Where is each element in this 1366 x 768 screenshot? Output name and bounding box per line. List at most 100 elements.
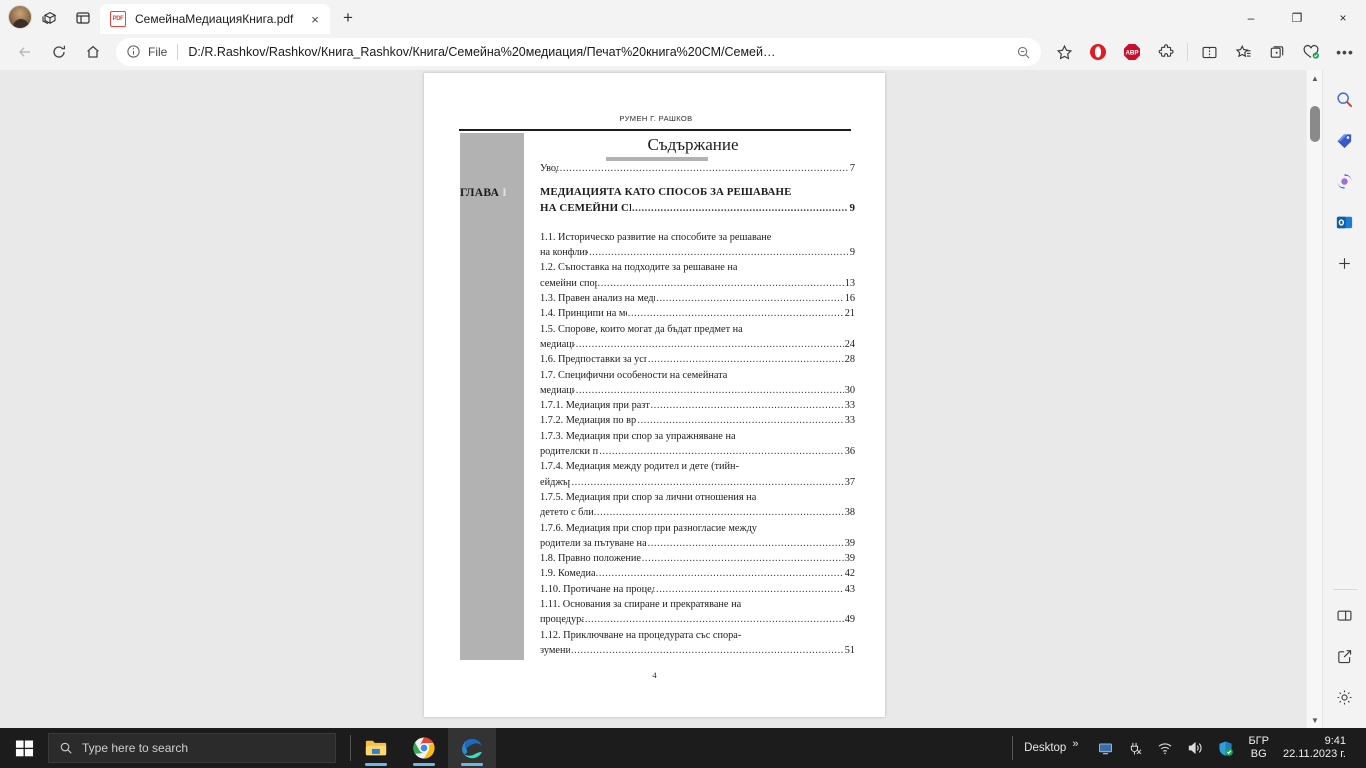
toc-entry-page: 13 [844, 277, 855, 289]
toc-entry[interactable]: МЕДИАЦИЯТА КАТО СПОСОБ ЗА РЕШАВАНЕ НА СЕ… [540, 185, 855, 216]
toc-entry-text: 1.3. Правен анализ на медиацията в Бълга… [540, 293, 655, 305]
tray-overflow-icon[interactable]: » [1072, 738, 1078, 750]
leader-dots: ........................................… [588, 247, 849, 259]
scroll-up-icon[interactable]: ▲ [1307, 70, 1323, 86]
toc-entry[interactable]: 1.4. Принципи на медиацията ............… [540, 306, 855, 321]
extensions-puzzle-icon[interactable] [1151, 38, 1181, 66]
add-rail-icon[interactable] [1330, 248, 1360, 278]
search-icon [60, 742, 72, 754]
notification-center-button[interactable] [1358, 728, 1366, 768]
workspaces-icon[interactable] [32, 2, 66, 34]
browser-essentials-icon[interactable] [1296, 38, 1326, 66]
toc-entry[interactable]: Увод ...................................… [540, 161, 855, 176]
toc-entry-page: 43 [844, 583, 855, 595]
svg-text:ABP: ABP [1125, 50, 1138, 57]
vertical-scrollbar[interactable]: ▲ ▼ [1306, 70, 1322, 728]
tray-network-icon[interactable] [1153, 736, 1177, 760]
zoom-out-icon[interactable] [1011, 45, 1035, 60]
toc-entry[interactable]: 1.6. Предпоставки за успешна медиация ..… [540, 352, 855, 367]
taskbar-file-explorer[interactable] [352, 728, 400, 768]
outlook-rail-icon[interactable] [1330, 207, 1360, 237]
tray-display-icon[interactable] [1093, 736, 1117, 760]
toc-entry[interactable]: 1.7.4. Медиация между родител и дете (ти… [540, 459, 855, 490]
tray-device-icon[interactable] [1123, 736, 1147, 760]
toc-entry[interactable]: 1.8. Правно положение на медиатора .....… [540, 551, 855, 566]
leader-dots: ........................................… [631, 202, 848, 214]
edge-browser-window: PDF СемейнаМедиацияКнига.pdf × + – ❐ × F… [0, 0, 1366, 728]
scroll-down-icon[interactable]: ▼ [1307, 712, 1323, 728]
minimize-button[interactable]: – [1228, 2, 1274, 34]
refresh-icon[interactable] [44, 38, 74, 66]
toc-entry[interactable]: 1.7.1. Медиация при разтрогване на брака… [540, 398, 855, 413]
tray-security-icon[interactable] [1213, 736, 1237, 760]
back-icon[interactable] [10, 38, 40, 66]
leader-dots: ........................................… [571, 476, 843, 488]
tray-volume-icon[interactable] [1183, 736, 1207, 760]
toc-entry-page: 37 [844, 476, 855, 488]
search-rail-icon[interactable] [1330, 84, 1360, 114]
address-bar[interactable]: File D:/R.Rashkov/Rashkov/Книга_Rashkov/… [116, 38, 1041, 66]
toc-entry-page: 38 [844, 507, 855, 519]
toc-entry[interactable]: 1.7.5. Медиация при спор за лични отноше… [540, 490, 855, 521]
maximize-button[interactable]: ❐ [1274, 2, 1320, 34]
language-line2: BG [1250, 748, 1267, 760]
open-in-new-rail-icon[interactable] [1330, 641, 1360, 671]
scrollbar-thumb[interactable] [1310, 106, 1320, 142]
browser-tab[interactable]: PDF СемейнаМедиацияКнига.pdf × [100, 4, 330, 34]
add-favorite-icon[interactable] [1049, 38, 1079, 66]
toc-entry-page: 33 [844, 400, 855, 412]
toc-entry[interactable]: 1.1. Историческо развитие на способите з… [540, 230, 855, 261]
taskbar-microsoft-edge[interactable] [448, 728, 496, 768]
customize-rail-icon[interactable] [1330, 682, 1360, 712]
url-text[interactable]: D:/R.Rashkov/Rashkov/Книга_Rashkov/Книга… [188, 45, 1011, 59]
chapter-label: ГЛАВА I [460, 187, 528, 199]
toc-entry-text-cont: процедурата [540, 614, 584, 626]
clock[interactable]: 9:41 22.11.2023 г. [1283, 735, 1346, 761]
toc-entry[interactable]: 1.10. Протичане на процедурата по медиац… [540, 582, 855, 597]
close-icon[interactable]: × [306, 10, 324, 28]
toc-entry[interactable]: 1.7. Специфични особености на семейната … [540, 368, 855, 399]
leader-dots: ........................................… [656, 583, 844, 595]
tab-actions-icon[interactable] [66, 2, 100, 34]
site-info-icon[interactable] [126, 44, 142, 60]
toc-entry[interactable]: 1.9. Комедиация ........................… [540, 566, 855, 581]
toc-entry[interactable]: 1.5. Спорове, които могат да бъдат предм… [540, 322, 855, 353]
start-button[interactable] [0, 728, 48, 768]
close-window-button[interactable]: × [1320, 2, 1366, 34]
opera-vpn-extension-icon[interactable] [1083, 38, 1113, 66]
toc-entry-text: 1.7.1. Медиация при разтрогване на брака [540, 400, 650, 412]
taskbar-google-chrome[interactable] [400, 728, 448, 768]
pdf-page[interactable]: РУМЕН Г. РАШКОВ ГЛАВА I Съдържание Увод .… [424, 73, 885, 717]
new-tab-button[interactable]: + [334, 4, 362, 32]
copilot-rail-icon[interactable] [1330, 166, 1360, 196]
toc-entry[interactable]: 1.11. Основания за спиране и прекратяван… [540, 597, 855, 628]
toc-entry-page: 16 [844, 293, 855, 305]
toc-entry[interactable]: 1.3. Правен анализ на медиацията в Бълга… [540, 291, 855, 306]
search-input[interactable]: Type here to search [48, 733, 336, 763]
adblock-plus-extension-icon[interactable]: ABP [1117, 38, 1147, 66]
toc-entry[interactable]: 1.7.6. Медиация при спор при разногласие… [540, 521, 855, 552]
split-view-rail-icon[interactable] [1330, 600, 1360, 630]
leader-dots: ........................................… [575, 384, 844, 396]
leader-dots: ........................................… [641, 553, 844, 565]
home-icon[interactable] [78, 38, 108, 66]
toc-entry[interactable]: 1.7.3. Медиация при спор за упражняване … [540, 429, 855, 460]
toc-entry-text: 1.9. Комедиация [540, 568, 595, 580]
toc-entry-text: 1.7.2. Медиация по време на брака [540, 415, 637, 427]
toc-entry[interactable]: 1.2. Съпоставка на подходите за решаване… [540, 260, 855, 291]
desktop-label[interactable]: Desktop [1024, 742, 1066, 754]
settings-and-more-icon[interactable]: ••• [1330, 38, 1360, 66]
split-screen-icon[interactable] [1194, 38, 1224, 66]
pdf-viewer-canvas[interactable]: РУМЕН Г. РАШКОВ ГЛАВА I Съдържание Увод .… [0, 70, 1328, 728]
profile-avatar[interactable] [8, 5, 32, 29]
favorites-icon[interactable] [1228, 38, 1258, 66]
language-indicator[interactable]: БГР BG [1248, 735, 1269, 761]
toc-entry-text: 1.5. Спорове, които могат да бъдат предм… [540, 323, 743, 335]
tray-divider [1012, 736, 1015, 760]
app-running-indicator [365, 763, 387, 766]
collections-icon[interactable] [1262, 38, 1292, 66]
toc-entry[interactable]: 1.12. Приключване на процедурата със спо… [540, 628, 855, 659]
toc-entry[interactable]: 1.7.2. Медиация по време на брака ......… [540, 413, 855, 428]
toc-entry-text: 1.12. Приключване на процедурата със спо… [540, 629, 742, 641]
shopping-rail-icon[interactable] [1330, 125, 1360, 155]
